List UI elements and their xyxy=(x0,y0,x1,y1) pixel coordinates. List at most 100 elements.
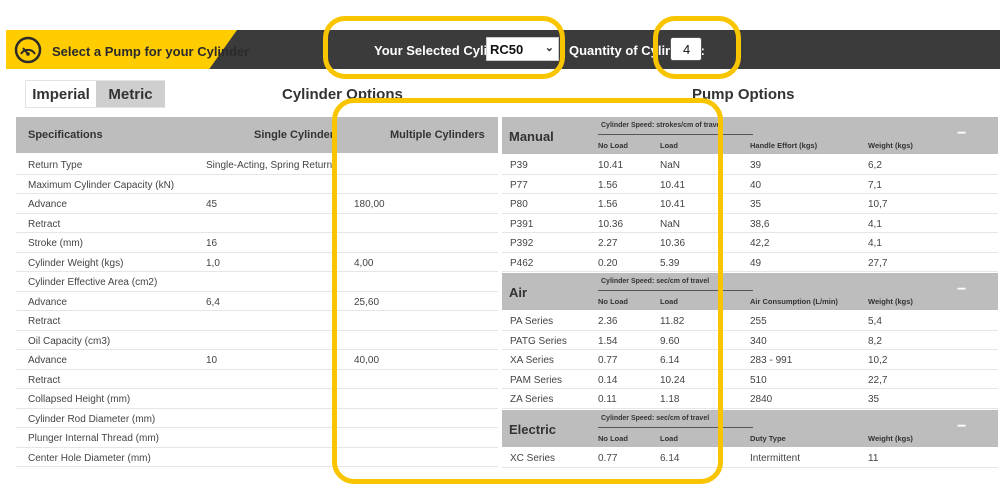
table-row[interactable]: PA Series 2.36 11.82 255 5,4 xyxy=(502,311,998,331)
table-row[interactable]: P462 0.20 5.39 49 27,7 xyxy=(502,253,998,272)
column-header: No Load xyxy=(598,297,628,306)
table-cell: 6.14 xyxy=(660,355,680,366)
table-row[interactable]: XC Series 0.77 6.14 Intermittent 11 xyxy=(502,448,998,468)
table-row: Stroke (mm) 16 xyxy=(16,233,498,253)
table-row[interactable]: PATG Series 1.54 9.60 340 8,2 xyxy=(502,331,998,350)
table-cell: 38,6 xyxy=(750,218,770,230)
table-row[interactable]: P391 10.36 NaN 38,6 4,1 xyxy=(502,214,998,233)
table-cell: Retract xyxy=(28,316,61,327)
table-row: Advance 45 180,00 xyxy=(16,194,498,214)
quantity-input[interactable]: 4 xyxy=(670,37,702,61)
unit-imperial-button[interactable]: Imperial xyxy=(26,81,96,107)
column-header: Handle Effort (kgs) xyxy=(750,141,818,150)
table-cell: 255 xyxy=(750,316,767,327)
table-cell: Retract xyxy=(28,374,61,386)
pump-model: P392 xyxy=(510,238,534,249)
table-row: Return Type Single-Acting, Spring Return xyxy=(16,155,498,175)
table-cell: Advance xyxy=(28,296,67,308)
table-row: Collapsed Height (mm) xyxy=(16,389,498,409)
table-cell: 0.77 xyxy=(598,453,618,464)
table-cell: 0.14 xyxy=(598,374,618,386)
column-header: No Load xyxy=(598,434,628,443)
table-cell: Collapsed Height (mm) xyxy=(28,394,131,405)
table-cell: 10.36 xyxy=(598,218,624,230)
column-header: Multiple Cylinders xyxy=(390,129,485,141)
table-cell: Single-Acting, Spring Return xyxy=(206,160,333,171)
table-cell: 25,60 xyxy=(354,296,380,308)
unit-metric-button[interactable]: Metric xyxy=(96,81,165,107)
table-row[interactable]: P39 10.41 NaN 39 6,2 xyxy=(502,155,998,175)
table-cell: 1.54 xyxy=(598,335,618,347)
table-cell: 6.14 xyxy=(660,453,680,464)
table-cell: 16 xyxy=(206,238,218,249)
table-cell: 9.60 xyxy=(660,335,680,347)
table-cell: 8,2 xyxy=(868,335,882,347)
table-cell: Maximum Cylinder Capacity (kN) xyxy=(28,179,175,191)
table-row[interactable]: P392 2.27 10.36 42,2 4,1 xyxy=(502,233,998,253)
chevron-down-icon: ⌄ xyxy=(544,42,554,54)
table-cell: 11.82 xyxy=(660,316,685,327)
table-cell: NaN xyxy=(660,218,681,230)
table-cell: 10,7 xyxy=(868,199,888,210)
table-cell: 283 - 991 xyxy=(750,355,793,366)
pump-group-title: Manual xyxy=(509,129,554,144)
table-cell: 22,7 xyxy=(868,374,888,386)
column-header: Load xyxy=(660,434,678,443)
pump-model: P462 xyxy=(510,257,534,269)
cylinder-select[interactable]: RC50 ⌄ xyxy=(486,37,559,61)
column-header: Specifications xyxy=(28,129,103,141)
table-row[interactable]: P80 1.56 10.41 35 10,7 xyxy=(502,194,998,214)
cylinder-select-value: RC50 xyxy=(490,42,524,57)
table-cell: 35 xyxy=(868,394,880,405)
pump-model: P80 xyxy=(510,199,528,210)
table-cell: 35 xyxy=(750,199,762,210)
table-row: Cylinder Effective Area (cm2) xyxy=(16,272,498,292)
table-cell: 10,2 xyxy=(868,355,888,366)
pump-model: ZA Series xyxy=(510,394,554,405)
pump-model: P77 xyxy=(510,179,528,191)
table-row[interactable]: ZA Series 0.11 1.18 2840 35 xyxy=(502,389,998,409)
table-cell: 11 xyxy=(868,453,879,464)
table-cell: 40,00 xyxy=(354,355,380,366)
table-row[interactable]: P77 1.56 10.41 40 7,1 xyxy=(502,175,998,194)
collapse-icon[interactable]: − xyxy=(957,125,966,143)
table-cell: Plunger Internal Thread (mm) xyxy=(28,433,159,444)
pump-group-header-manual: Manual Cylinder Speed: strokes/cm of trav… xyxy=(502,117,998,154)
table-cell: NaN xyxy=(660,160,681,171)
table-row[interactable]: XA Series 0.77 6.14 283 - 991 10,2 xyxy=(502,350,998,370)
table-cell: 0.20 xyxy=(598,257,618,269)
pump-model: PA Series xyxy=(510,316,554,327)
table-row: Maximum Cylinder Capacity (kN) xyxy=(16,175,498,194)
divider xyxy=(598,427,753,428)
table-cell: 4,1 xyxy=(868,238,882,249)
table-cell: 42,2 xyxy=(750,238,770,249)
table-row[interactable]: PAM Series 0.14 10.24 510 22,7 xyxy=(502,370,998,389)
collapse-icon[interactable]: − xyxy=(957,281,966,299)
table-cell: 7,1 xyxy=(868,179,882,191)
table-cell: 0.77 xyxy=(598,355,618,366)
table-row: Center Hole Diameter (mm) xyxy=(16,448,498,467)
table-row: Retract xyxy=(16,370,498,389)
column-header: Weight (kgs) xyxy=(868,297,913,306)
table-cell: 1.18 xyxy=(660,394,680,405)
pump-model: PATG Series xyxy=(510,335,567,347)
table-cell: 5,4 xyxy=(868,316,882,327)
pump-group-title: Air xyxy=(509,285,528,300)
table-row: Retract xyxy=(16,311,498,331)
table-cell: Cylinder Effective Area (cm2) xyxy=(28,277,158,288)
table-cell: 49 xyxy=(750,257,762,269)
cylinder-options-title: Cylinder Options xyxy=(282,86,403,103)
column-header: Duty Type xyxy=(750,434,786,443)
table-cell: Stroke (mm) xyxy=(28,238,83,249)
pump-group-header-electric: Electric Cylinder Speed: sec/cm of travel… xyxy=(502,410,998,447)
cylinder-speed-label: Cylinder Speed: sec/cm of travel xyxy=(601,278,710,285)
gauge-icon xyxy=(14,36,42,64)
table-cell: 4,1 xyxy=(868,218,882,230)
table-cell: 180,00 xyxy=(354,199,385,210)
table-row: Cylinder Weight (kgs) 1,0 4,00 xyxy=(16,253,498,272)
table-cell: 0.11 xyxy=(598,394,617,405)
table-cell: 39 xyxy=(750,160,762,171)
collapse-icon[interactable]: − xyxy=(957,418,966,436)
divider xyxy=(598,134,753,135)
table-cell: Advance xyxy=(28,355,67,366)
